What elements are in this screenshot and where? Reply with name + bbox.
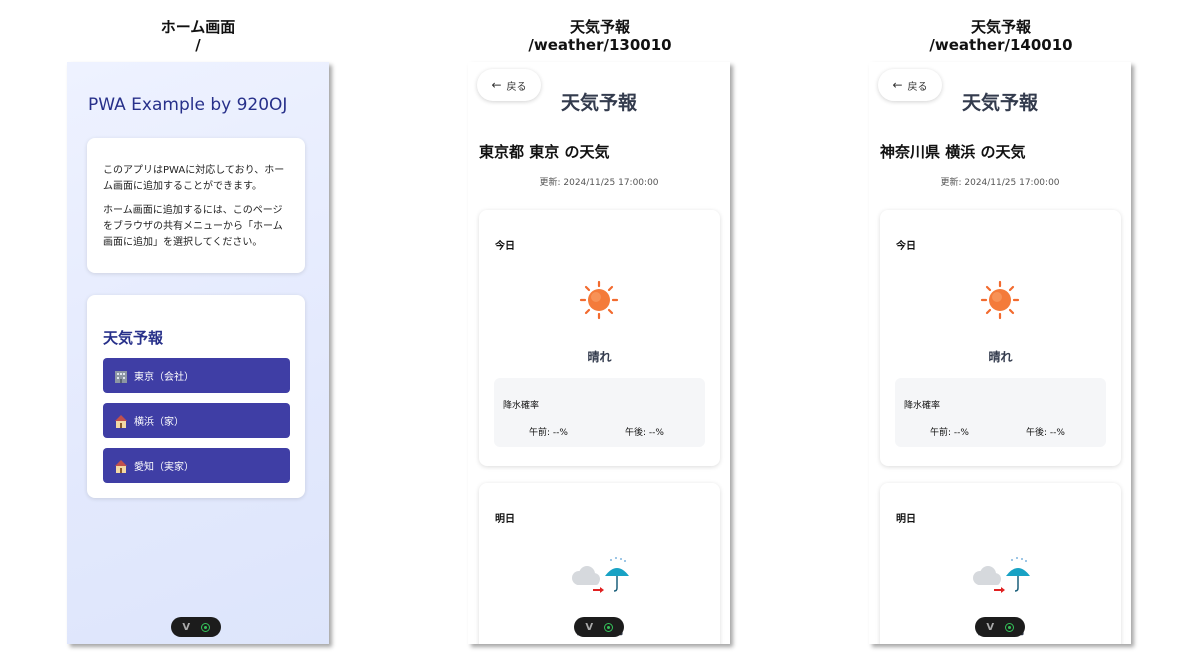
precipitation-label: 降水確率 <box>503 401 540 411</box>
info-paragraph: ホーム画面に追加するには、このページをブラウザの共有メニューから「ホーム画面に追… <box>103 205 283 248</box>
target-icon <box>1004 622 1014 632</box>
precipitation-am: 午前: --% <box>529 428 568 438</box>
office-building-icon <box>113 369 129 383</box>
weather-screen-tokyo: ← 戻る 天気予報 東京都 東京 の天気 更新: 2024/11/25 17:0… <box>468 62 730 644</box>
dev-toolbar-pill[interactable]: V <box>171 617 221 637</box>
city-button-yokohama[interactable]: 横浜（家） <box>103 403 290 438</box>
caption-title: 天気予報 <box>569 18 630 36</box>
page-title: 天気予報 <box>560 92 637 114</box>
city-button-label: 愛知（実家） <box>134 462 194 473</box>
weather-links-card: 天気予報 東京（会社） 横浜（家） 愛知（実家） <box>87 295 305 498</box>
dev-toolbar-pill[interactable]: V <box>975 617 1025 637</box>
caption-path: /weather/140010 <box>929 36 1073 54</box>
house-icon <box>113 459 129 473</box>
city-heading: 東京都 東京 の天気 <box>479 143 610 161</box>
caption-path: / <box>195 36 201 54</box>
caption-weather-tokyo: 天気予報 /weather/130010 <box>500 18 700 54</box>
target-icon <box>603 622 613 632</box>
dev-toolbar-pill[interactable]: V <box>574 617 624 637</box>
sun-icon <box>980 280 1020 320</box>
target-icon <box>200 622 210 632</box>
updated-timestamp: 更新: 2024/11/25 17:00:00 <box>940 178 1060 188</box>
caption-home: ホーム画面 / <box>98 18 298 54</box>
today-card: 今日 晴れ 降水確率 午前: --% 午後: --% <box>880 210 1121 466</box>
info-card: このアプリはPWAに対応しており、ホーム画面に追加することができます。 ホーム画… <box>87 138 305 273</box>
vite-icon: V <box>585 621 594 633</box>
day-label: 今日 <box>896 241 916 252</box>
city-heading: 神奈川県 横浜 の天気 <box>880 143 1026 161</box>
city-button-tokyo[interactable]: 東京（会社） <box>103 358 290 393</box>
caption-weather-yokohama: 天気予報 /weather/140010 <box>901 18 1101 54</box>
city-button-aichi[interactable]: 愛知（実家） <box>103 448 290 483</box>
caption-path: /weather/130010 <box>528 36 672 54</box>
city-button-label: 東京（会社） <box>134 372 194 383</box>
caption-title: ホーム画面 <box>160 18 236 36</box>
home-screen: PWA Example by 920OJ このアプリはPWAに対応しており、ホー… <box>67 62 329 644</box>
vite-icon: V <box>986 621 995 633</box>
vite-icon: V <box>182 621 191 633</box>
house-icon <box>113 414 129 428</box>
weather-description: 晴れ <box>587 350 612 364</box>
day-label: 今日 <box>495 241 515 252</box>
precipitation-box: 降水確率 午前: --% 午後: --% <box>895 378 1106 447</box>
sun-icon <box>579 280 619 320</box>
precipitation-am: 午前: --% <box>930 428 969 438</box>
precipitation-pm: 午後: --% <box>625 428 664 438</box>
weather-section-title: 天気予報 <box>103 329 164 347</box>
cloud-then-rain-icon <box>973 557 1030 593</box>
cloud-then-rain-icon <box>572 557 629 593</box>
precipitation-label: 降水確率 <box>904 401 941 411</box>
today-card: 今日 晴れ 降水確率 午前: --% 午後: --% <box>479 210 720 466</box>
city-button-label: 横浜（家） <box>134 417 184 428</box>
precipitation-pm: 午後: --% <box>1026 428 1065 438</box>
weather-description: 晴れ <box>988 350 1013 364</box>
updated-timestamp: 更新: 2024/11/25 17:00:00 <box>539 178 659 188</box>
caption-title: 天気予報 <box>970 18 1031 36</box>
precipitation-box: 降水確率 午前: --% 午後: --% <box>494 378 705 447</box>
info-paragraph: このアプリはPWAに対応しており、ホーム画面に追加することができます。 <box>103 165 285 192</box>
day-label: 明日 <box>495 514 515 525</box>
day-label: 明日 <box>896 514 916 525</box>
weather-screen-yokohama: ← 戻る 天気予報 神奈川県 横浜 の天気 更新: 2024/11/25 17:… <box>869 62 1131 644</box>
page-title: 天気予報 <box>961 92 1038 114</box>
page-title: PWA Example by 920OJ <box>88 95 288 115</box>
